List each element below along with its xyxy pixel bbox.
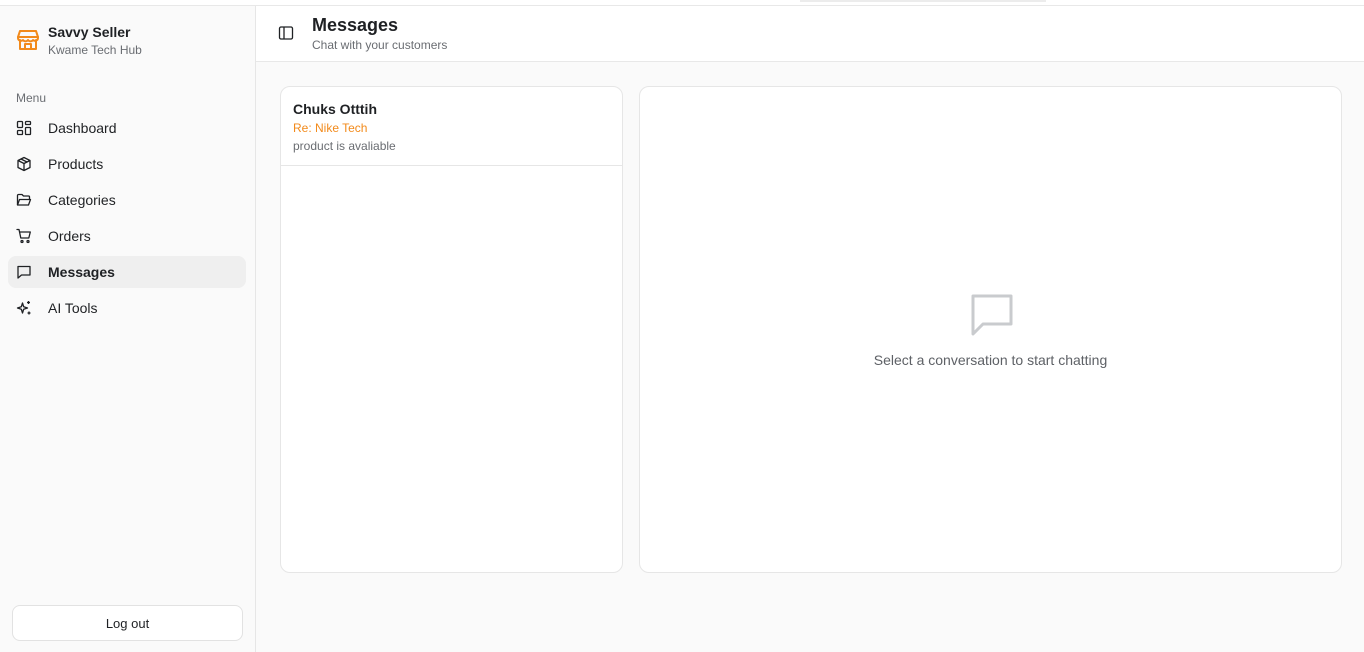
conversation-customer-name: Chuks Otttih — [293, 101, 377, 117]
brand[interactable]: Savvy Seller Kwame Tech Hub — [16, 24, 142, 58]
sidebar-item-label: Orders — [48, 228, 91, 244]
sidebar-item-label: Messages — [48, 264, 115, 280]
sidebar-item-label: AI Tools — [48, 300, 98, 316]
page-subtitle: Chat with your customers — [312, 38, 448, 52]
page-title: Messages — [312, 15, 399, 35]
conversation-subject: Re: Nike Tech — [293, 121, 368, 135]
conversation-item[interactable]: Chuks Otttih Re: Nike Tech product is av… — [281, 87, 622, 166]
sidebar-nav: Dashboard Products Categories Orders Mes… — [8, 112, 246, 328]
store-name: Kwame Tech Hub — [48, 43, 142, 57]
loading-bar — [800, 0, 1046, 2]
message-square-icon — [970, 293, 1014, 337]
brand-name: Savvy Seller — [48, 24, 131, 40]
sidebar-toggle-icon[interactable] — [278, 25, 294, 41]
sparkles-icon — [16, 300, 32, 316]
folder-open-icon — [16, 192, 32, 208]
page-header: Messages Chat with your customers — [256, 6, 1364, 62]
sidebar-item-label: Products — [48, 156, 104, 172]
sidebar: Savvy Seller Kwame Tech Hub Menu Dashboa… — [0, 6, 256, 652]
dashboard-grid-icon — [16, 120, 32, 136]
storefront-icon — [16, 28, 40, 52]
message-square-icon — [16, 264, 32, 280]
sidebar-item-categories[interactable]: Categories — [8, 184, 246, 216]
sidebar-item-products[interactable]: Products — [8, 148, 246, 180]
sidebar-item-orders[interactable]: Orders — [8, 220, 246, 252]
logout-button[interactable]: Log out — [12, 605, 243, 641]
conversation-list: Chuks Otttih Re: Nike Tech product is av… — [280, 86, 623, 573]
sidebar-item-label: Categories — [48, 192, 116, 208]
conversation-preview: product is avaliable — [293, 139, 396, 153]
sidebar-item-ai-tools[interactable]: AI Tools — [8, 292, 246, 324]
empty-state-text: Select a conversation to start chatting — [873, 352, 1108, 368]
sidebar-item-messages[interactable]: Messages — [8, 256, 246, 288]
menu-label: Menu — [16, 91, 47, 105]
shopping-cart-icon — [16, 228, 32, 244]
sidebar-item-label: Dashboard — [48, 120, 117, 136]
sidebar-item-dashboard[interactable]: Dashboard — [8, 112, 246, 144]
package-box-icon — [16, 156, 32, 172]
chat-panel: Select a conversation to start chatting — [639, 86, 1342, 573]
